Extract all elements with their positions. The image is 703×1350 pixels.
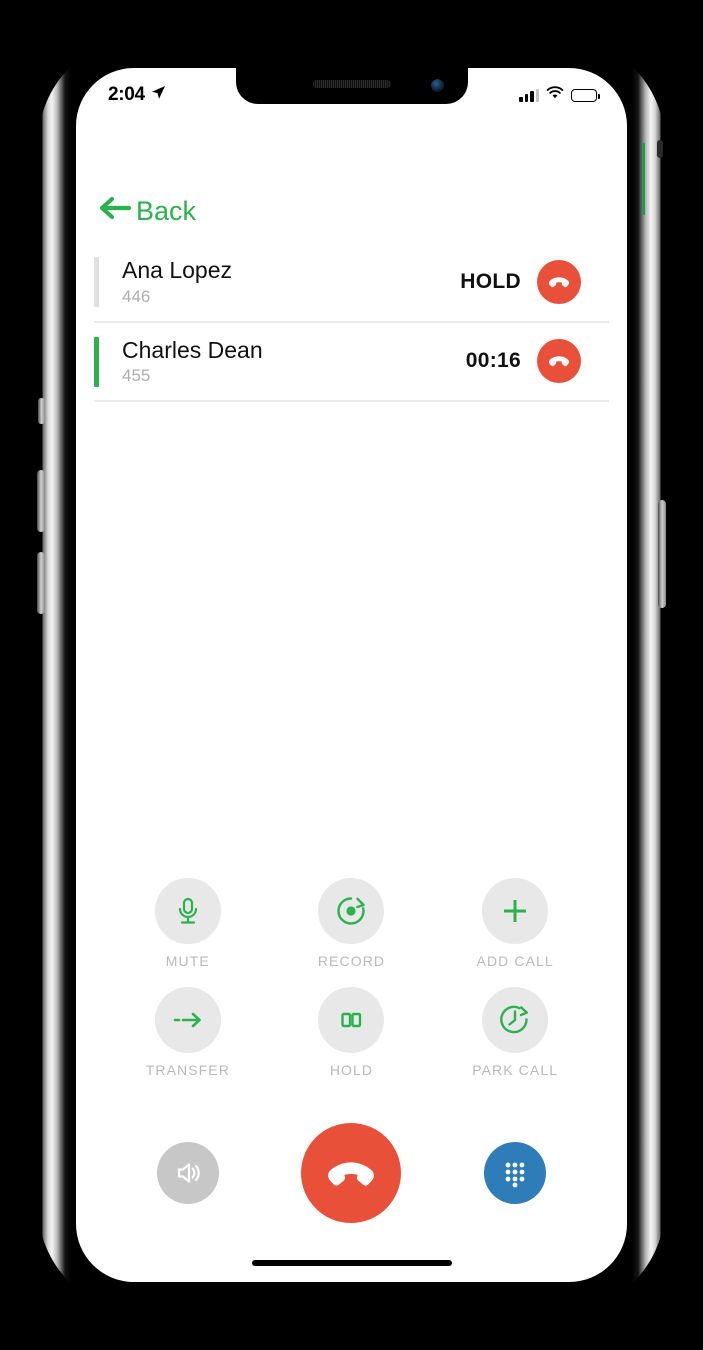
park-call-button-label: PARK CALL (472, 1062, 559, 1078)
call-contact-name: Charles Dean (122, 336, 263, 363)
speaker-icon (177, 1163, 200, 1183)
dialpad-icon (505, 1162, 525, 1188)
call-controls-grid: MUTE RECORD ADD CALL TRANSFER HOLD PARK … (76, 878, 627, 1078)
call-state-indicator-bar (94, 336, 99, 387)
mute-button[interactable]: MUTE (106, 878, 270, 969)
transfer-arrow-icon (173, 1012, 201, 1028)
call-state-indicator-bar (94, 257, 99, 307)
battery-cap (598, 93, 600, 99)
record-icon (337, 897, 366, 925)
hold-button-circle[interactable] (318, 987, 385, 1053)
mute-button-circle[interactable] (154, 878, 221, 944)
call-info: Ana Lopez 446 (122, 257, 460, 307)
transfer-button[interactable]: TRANSFER (106, 987, 270, 1078)
park-call-button[interactable]: PARK CALL (433, 987, 597, 1078)
add-call-button-circle[interactable] (482, 878, 549, 944)
clock-icon (500, 1005, 529, 1034)
earpiece-speaker-grille (312, 80, 391, 88)
back-button-label: Back (136, 196, 197, 226)
status-bar-left: 2:04 (108, 84, 166, 106)
end-call-button[interactable] (301, 1123, 402, 1223)
call-extension: 446 (122, 286, 151, 306)
hold-button-label: HOLD (329, 1062, 374, 1078)
record-button-label: RECORD (317, 953, 386, 969)
battery-icon (571, 88, 600, 102)
antenna-band (657, 140, 663, 158)
park-call-button-circle[interactable] (482, 987, 549, 1053)
back-button[interactable]: Back (98, 193, 196, 230)
call-extension: 455 (122, 366, 151, 386)
mute-button-label: MUTE (165, 953, 210, 969)
table-row[interactable]: Ana Lopez 446 HOLD (94, 243, 609, 323)
device-notch (235, 68, 468, 104)
transfer-button-circle[interactable] (154, 987, 221, 1053)
plus-icon (504, 900, 527, 922)
hangup-icon (548, 277, 570, 288)
call-contact-name: Ana Lopez (122, 257, 232, 283)
bottom-action-row (76, 1123, 627, 1223)
add-call-button-label: ADD CALL (476, 953, 554, 969)
status-time: 2:04 (108, 84, 145, 105)
record-button-circle[interactable] (318, 878, 385, 944)
front-camera-icon (430, 79, 444, 92)
volume-up-hardware-button[interactable] (37, 470, 45, 532)
hold-button[interactable]: HOLD (270, 987, 434, 1078)
end-call-button-row-2[interactable] (537, 339, 581, 384)
keypad-button[interactable] (484, 1142, 547, 1204)
call-duration-text: 00:16 (465, 349, 521, 373)
speaker-button[interactable] (156, 1142, 219, 1204)
home-indicator[interactable] (251, 1260, 452, 1266)
screen-edge-accent (642, 143, 645, 215)
active-calls-list: Ana Lopez 446 HOLD Charles Dean 455 00:1… (76, 243, 627, 403)
microphone-icon (178, 897, 197, 924)
hangup-icon (328, 1162, 375, 1186)
location-arrow-icon (151, 85, 166, 105)
record-button[interactable]: RECORD (270, 878, 434, 969)
pause-icon (341, 1012, 362, 1028)
hangup-icon (548, 356, 570, 367)
add-call-button[interactable]: ADD CALL (433, 878, 597, 969)
phone-screen: 2:04 Back Ana Lopez 446 HOLD Charles Dea… (76, 68, 627, 1282)
volume-down-hardware-button[interactable] (37, 552, 45, 614)
transfer-button-label: TRANSFER (145, 1062, 230, 1078)
cellular-signal-icon (519, 88, 539, 102)
wifi-icon (546, 85, 564, 105)
arrow-left-icon (98, 193, 136, 230)
call-status-text: HOLD (460, 269, 521, 293)
table-row[interactable]: Charles Dean 455 00:16 (94, 323, 609, 403)
status-bar-right (519, 85, 600, 105)
mute-switch-hardware-button[interactable] (38, 398, 45, 424)
end-call-button-row-1[interactable] (537, 259, 581, 304)
call-info: Charles Dean 455 (122, 337, 466, 387)
power-hardware-button[interactable] (658, 500, 666, 608)
